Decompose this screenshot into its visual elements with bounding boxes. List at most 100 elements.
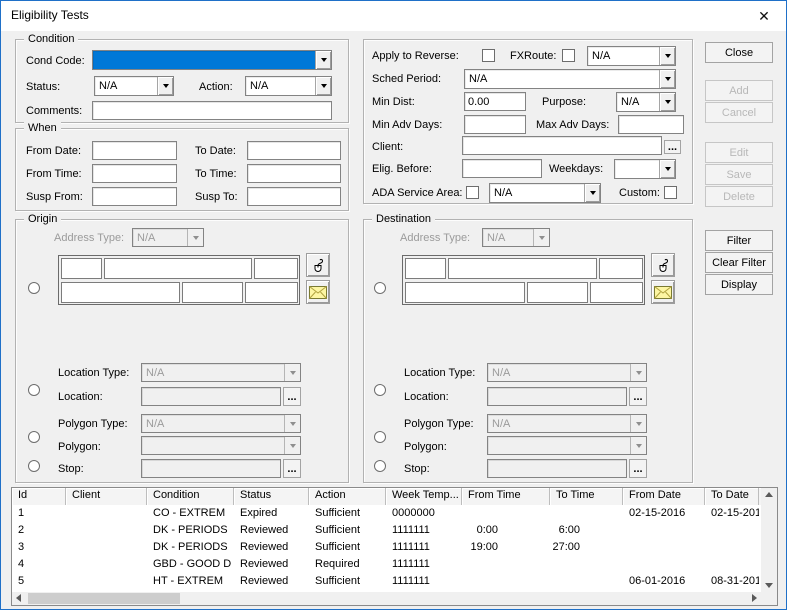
table-row[interactable]: 1 CO - EXTREM Expired Sufficient 0000000 02-1… [12,505,761,522]
origin-address-field-2[interactable] [104,258,252,279]
column-header-status[interactable]: Status [234,488,309,505]
chevron-down-icon [659,160,675,178]
column-header-to-time[interactable]: To Time [550,488,623,505]
destination-polygon-radio[interactable] [374,431,386,443]
column-header-condition[interactable]: Condition [147,488,234,505]
max-adv-days-input[interactable] [618,115,684,134]
destination-location-browse-button[interactable]: ... [629,387,647,406]
column-header-from-date[interactable]: From Date [623,488,705,505]
origin-address-field-6[interactable] [245,282,298,303]
close-button[interactable]: Close [705,42,773,63]
origin-locate-button[interactable] [306,253,330,277]
origin-address-field-3[interactable] [254,258,298,279]
apply-to-reverse-checkbox[interactable] [482,49,495,62]
arrow-up-icon[interactable] [765,492,773,497]
origin-address-field-1[interactable] [61,258,102,279]
comments-input[interactable] [92,101,332,120]
weekdays-select[interactable] [614,159,676,179]
display-button[interactable]: Display [705,274,773,295]
sched-period-select[interactable]: N/A [464,69,676,89]
origin-location-input [141,387,281,406]
clear-filter-button[interactable]: Clear Filter [705,252,773,273]
origin-stop-browse-button[interactable]: ... [283,459,301,478]
origin-mail-button[interactable] [306,280,330,304]
origin-stop-input [141,459,281,478]
column-header-week-temp[interactable]: Week Temp... [386,488,462,505]
destination-address-field-3[interactable] [599,258,643,279]
table-row[interactable]: 5 HT - EXTREM Reviewed Sufficient 1111111 06-… [12,573,761,590]
elig-before-input[interactable] [462,159,542,178]
status-select[interactable]: N/A [94,76,174,96]
window-title: Eligibility Tests [11,8,89,22]
column-header-to-date[interactable]: To Date [705,488,759,505]
destination-address-field-2[interactable] [448,258,597,279]
arrow-left-icon[interactable] [16,594,21,602]
origin-location-radio[interactable] [28,384,40,396]
filter-button[interactable]: Filter [705,230,773,251]
column-header-id[interactable]: Id [12,488,66,505]
window-close-button[interactable]: ✕ [754,6,774,26]
chevron-down-icon [659,70,675,88]
fxroute-checkbox[interactable] [562,49,575,62]
destination-address-field-1[interactable] [405,258,446,279]
chevron-down-icon [659,47,675,65]
cancel-button: Cancel [705,102,773,123]
destination-location-input [487,387,627,406]
table-cell: 4 [18,558,25,570]
from-date-input[interactable] [92,141,177,160]
destination-address-field-6[interactable] [590,282,643,303]
cond-code-select[interactable] [92,50,332,70]
when-legend: When [24,122,61,134]
origin-address-field-4[interactable] [61,282,180,303]
chevron-down-icon [284,364,300,381]
envelope-icon [309,285,327,299]
min-adv-days-input[interactable] [464,115,526,134]
origin-location-type-label: Location Type: [58,367,130,379]
column-header-action[interactable]: Action [309,488,386,505]
purpose-select[interactable]: N/A [616,92,676,112]
ada-service-area-checkbox[interactable] [466,186,479,199]
column-header-from-time[interactable]: From Time [462,488,550,505]
fxroute-select[interactable]: N/A [587,46,676,66]
destination-address-field-4[interactable] [405,282,525,303]
action-select[interactable]: N/A [245,76,332,96]
destination-address-radio[interactable] [374,282,386,294]
susp-to-input[interactable] [247,187,341,206]
table-cell: Sufficient [315,507,361,519]
vertical-scrollbar[interactable] [761,488,777,592]
origin-legend: Origin [24,213,62,225]
table-row[interactable]: 2 DK - PERIODS Reviewed Sufficient 1111111 0:… [12,522,761,539]
from-time-input[interactable] [92,164,177,183]
destination-address-field-5[interactable] [527,282,588,303]
client-browse-button[interactable]: ... [664,140,681,154]
horizontal-scroll-thumb[interactable] [28,593,180,604]
to-time-input[interactable] [247,164,341,183]
origin-location-browse-button[interactable]: ... [283,387,301,406]
destination-location-radio[interactable] [374,384,386,396]
delete-button: Delete [705,186,773,207]
to-date-input[interactable] [247,141,341,160]
origin-address-field-5[interactable] [182,282,243,303]
arrow-right-icon[interactable] [752,594,757,602]
horizontal-scrollbar[interactable] [12,592,761,605]
origin-address-radio[interactable] [28,282,40,294]
table-row[interactable]: 4 GBD - GOOD D Reviewed Required 1111111 [12,556,761,573]
susp-from-input[interactable] [92,187,177,206]
origin-polygon-radio[interactable] [28,431,40,443]
table-cell: GBD - GOOD D [153,558,232,570]
destination-stop-radio[interactable] [374,460,386,472]
column-header-client[interactable]: Client [66,488,147,505]
table-row[interactable]: 3 DK - PERIODS Reviewed Sufficient 1111111 19… [12,539,761,556]
ada-service-area-select[interactable]: N/A [489,183,601,203]
destination-mail-button[interactable] [651,280,675,304]
origin-stop-radio[interactable] [28,460,40,472]
origin-location-label: Location: [58,391,103,403]
custom-checkbox[interactable] [664,186,677,199]
susp-to-label: Susp To: [195,191,238,203]
destination-stop-browse-button[interactable]: ... [629,459,647,478]
destination-locate-button[interactable] [651,253,675,277]
min-dist-input[interactable] [464,92,526,111]
client-input[interactable] [462,136,662,155]
from-date-label: From Date: [26,145,82,157]
arrow-down-icon[interactable] [765,583,773,588]
